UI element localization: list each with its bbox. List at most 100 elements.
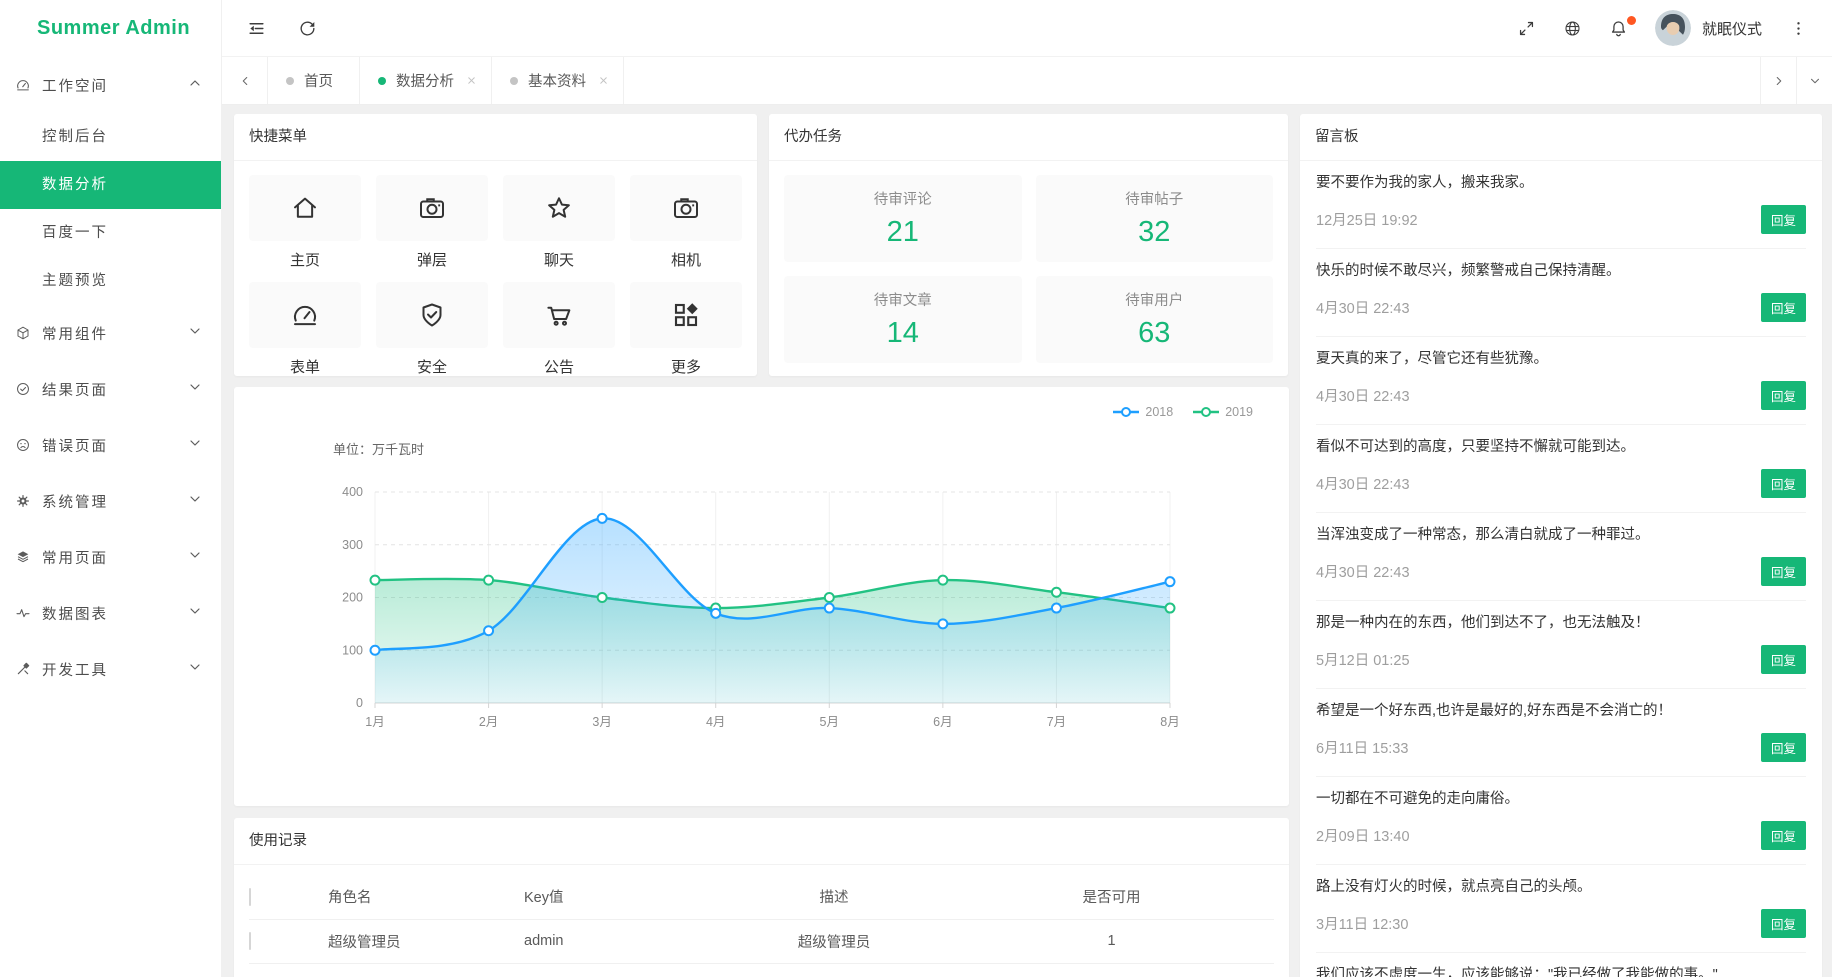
message-date: 2月09日 13:40 [1316, 825, 1410, 846]
sidebar-item-error-pages[interactable]: 错误页面 [0, 417, 221, 473]
message-date: 4月30日 22:43 [1316, 561, 1410, 582]
svg-text:8月: 8月 [1160, 715, 1179, 729]
svg-text:100: 100 [342, 643, 363, 657]
language-globe-icon[interactable] [1563, 19, 1582, 38]
table-row[interactable]: 超级管理员 admin 超级管理员 1 [249, 919, 1274, 963]
more-shortcut-button[interactable] [630, 282, 742, 348]
tabs-scroll-left-button[interactable] [222, 57, 268, 104]
quick-item-announcement: 公告 [503, 282, 615, 377]
close-tab-icon[interactable] [598, 75, 609, 86]
svg-text:300: 300 [342, 538, 363, 552]
stat-value: 21 [887, 216, 919, 249]
reply-button[interactable]: 回复 [1761, 733, 1806, 762]
notifications-button[interactable] [1609, 19, 1628, 38]
card-title: 代办任务 [769, 114, 1288, 161]
sidebar-item-data-charts[interactable]: 数据图表 [0, 585, 221, 641]
select-all-checkbox[interactable] [249, 888, 251, 906]
message-date: 3月11日 12:30 [1316, 913, 1408, 934]
svg-text:3月: 3月 [592, 715, 611, 729]
collapse-sidebar-icon[interactable] [247, 19, 266, 38]
quick-item-popup: 弹层 [376, 175, 488, 270]
camera-icon [417, 193, 447, 223]
message-date: 4月30日 22:43 [1316, 473, 1410, 494]
camera-shortcut-button[interactable] [630, 175, 742, 241]
announcement-shortcut-button[interactable] [503, 282, 615, 348]
chart-unit-label: 单位：万千瓦时 [333, 439, 424, 458]
sidebar: Summer Admin 工作空间 控制后台 数据分析 百度一下 主题预览 常用… [0, 0, 222, 977]
message-item: 当浑浊变成了一种常态，那么清白就成了一种罪过。 4月30日 22:43回复 [1316, 513, 1806, 601]
security-shortcut-button[interactable] [376, 282, 488, 348]
tab-status-dot [286, 77, 294, 85]
sidebar-item-result-pages[interactable]: 结果页面 [0, 361, 221, 417]
reply-button[interactable]: 回复 [1761, 469, 1806, 498]
reply-button[interactable]: 回复 [1761, 557, 1806, 586]
sidebar-item-components[interactable]: 常用组件 [0, 305, 221, 361]
chevron-down-icon [187, 323, 203, 343]
reply-button[interactable]: 回复 [1761, 645, 1806, 674]
cube-icon [15, 325, 31, 341]
bell-icon [1609, 19, 1628, 38]
legend-item-2018[interactable]: 2018 [1113, 405, 1173, 419]
tab-home[interactable]: 首页 [268, 57, 360, 104]
usage-table: 角色名 Key值 描述 是否可用 超级管理员 admin 超级管理员 1 [249, 875, 1274, 964]
fullscreen-icon[interactable] [1517, 19, 1536, 38]
tab-data-analysis[interactable]: 数据分析 [360, 57, 492, 104]
more-options-icon[interactable] [1789, 19, 1808, 38]
chevron-down-icon [187, 659, 203, 679]
sidebar-item-common-pages[interactable]: 常用页面 [0, 529, 221, 585]
sidebar-item-theme-preview[interactable]: 主题预览 [0, 257, 221, 305]
star-icon [544, 193, 574, 223]
reply-button[interactable]: 回复 [1761, 381, 1806, 410]
sidebar-item-dev-tools[interactable]: 开发工具 [0, 641, 221, 697]
card-title: 使用记录 [234, 818, 1289, 865]
app-logo: Summer Admin [0, 0, 221, 57]
chevron-down-icon [187, 491, 203, 511]
reply-button[interactable]: 回复 [1761, 205, 1806, 234]
message-item: 要不要作为我的家人，搬来我家。 12月25日 19:92回复 [1316, 161, 1806, 249]
quick-menu-card: 快捷菜单 主页 弹层 聊天 相机 [234, 114, 757, 376]
refresh-icon[interactable] [298, 19, 317, 38]
home-shortcut-button[interactable] [249, 175, 361, 241]
svg-text:2月: 2月 [479, 715, 498, 729]
quick-item-camera: 相机 [630, 175, 742, 270]
sidebar-item-workspace[interactable]: 工作空间 [0, 57, 221, 113]
tabs-scroll-right-button[interactable] [1760, 57, 1796, 104]
message-item: 路上没有灯火的时候，就点亮自己的头颅。 3月11日 12:30回复 [1316, 865, 1806, 953]
chevron-down-icon [187, 547, 203, 567]
reply-button[interactable]: 回复 [1761, 293, 1806, 322]
message-date: 5月12日 01:25 [1316, 649, 1410, 670]
sidebar-item-system-management[interactable]: 系统管理 [0, 473, 221, 529]
popup-shortcut-button[interactable] [376, 175, 488, 241]
avatar [1655, 10, 1691, 46]
svg-text:4月: 4月 [706, 715, 725, 729]
message-item: 希望是一个好东西,也许是最好的,好东西是不会消亡的！ 6月11日 15:33回复 [1316, 689, 1806, 777]
stat-value: 32 [1138, 216, 1170, 249]
tab-basic-info[interactable]: 基本资料 [492, 57, 624, 104]
stat-pending-users: 待审用户 63 [1036, 276, 1274, 363]
tabs-menu-button[interactable] [1796, 57, 1832, 104]
form-shortcut-button[interactable] [249, 282, 361, 348]
user-menu[interactable]: 就眠仪式 [1655, 10, 1762, 46]
shield-check-icon [417, 300, 447, 330]
usage-records-card: 使用记录 角色名 Key值 描述 是否可用 超级管理员 admin [234, 818, 1289, 977]
sidebar-item-data-analysis[interactable]: 数据分析 [0, 161, 221, 209]
reply-button[interactable]: 回复 [1761, 821, 1806, 850]
close-tab-icon[interactable] [466, 75, 477, 86]
reply-button[interactable]: 回复 [1761, 909, 1806, 938]
message-board-card: 留言板 要不要作为我的家人，搬来我家。 12月25日 19:92回复 快乐的时候… [1300, 114, 1822, 977]
stat-pending-posts: 待审帖子 32 [1036, 175, 1274, 262]
legend-item-2019[interactable]: 2019 [1193, 405, 1253, 419]
tab-bar: 首页 数据分析 基本资料 [222, 57, 1832, 105]
chat-shortcut-button[interactable] [503, 175, 615, 241]
card-title: 留言板 [1300, 114, 1822, 161]
svg-text:400: 400 [342, 485, 363, 499]
cart-icon [544, 300, 574, 330]
layers-icon [15, 549, 31, 565]
chevron-down-icon [187, 379, 203, 399]
chevron-down-icon [187, 603, 203, 623]
sidebar-item-control-backend[interactable]: 控制后台 [0, 113, 221, 161]
tab-status-dot [510, 77, 518, 85]
sidebar-item-baidu[interactable]: 百度一下 [0, 209, 221, 257]
row-checkbox[interactable] [249, 932, 251, 950]
chevron-down-icon [187, 435, 203, 455]
